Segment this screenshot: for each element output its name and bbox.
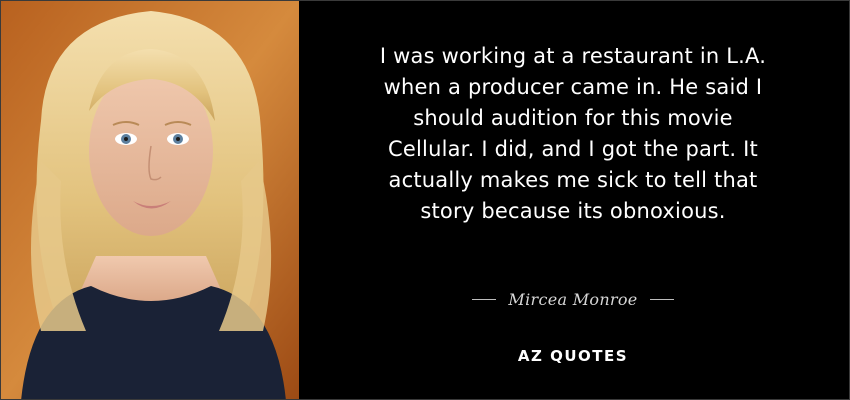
quote-line: should audition for this movie: [413, 106, 733, 130]
author-divider-right: [649, 298, 674, 300]
quote-line: actually makes me sick to tell that: [388, 168, 758, 192]
quote-line: story because its obnoxious.: [420, 199, 726, 223]
quote-text: I was working at a restaurant in L.A. wh…: [319, 41, 827, 227]
quote-line: Cellular. I did, and I got the part. It: [388, 137, 758, 161]
azquotes-logo: AZ QUOTES: [517, 347, 629, 365]
author-divider-left: [472, 298, 497, 300]
author-attribution: Mircea Monroe: [319, 285, 827, 313]
quote-line: I was working at a restaurant in L.A.: [379, 44, 767, 68]
quote-block: I was working at a restaurant in L.A. wh…: [319, 41, 827, 227]
author-name[interactable]: Mircea Monroe: [508, 290, 637, 309]
portrait-photo: [1, 1, 299, 399]
quote-card: I was working at a restaurant in L.A. wh…: [0, 0, 850, 400]
quote-line: when a producer came in. He said I: [383, 75, 763, 99]
